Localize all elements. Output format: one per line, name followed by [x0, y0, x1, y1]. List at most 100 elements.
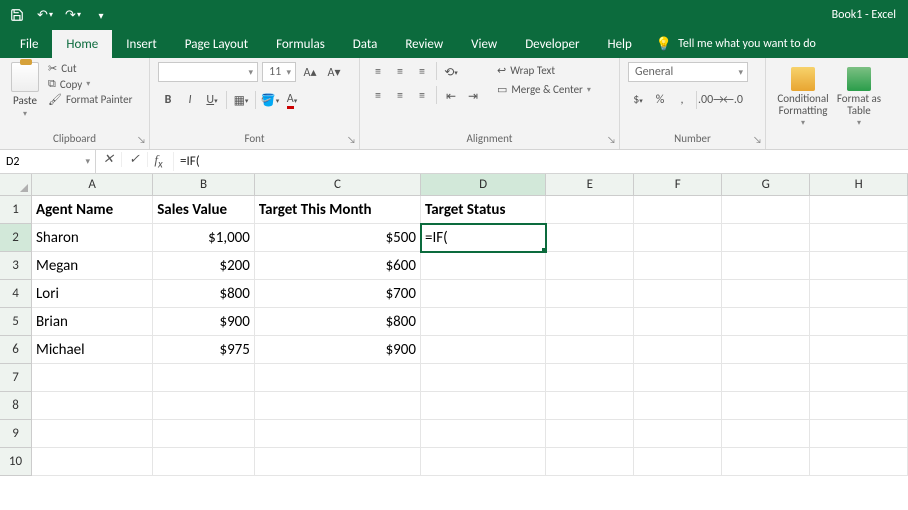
cell-A8[interactable]: [32, 392, 153, 420]
tab-page-layout[interactable]: Page Layout: [171, 30, 262, 58]
cell-B7[interactable]: [153, 364, 255, 392]
cell-H7[interactable]: [810, 364, 908, 392]
worksheet-grid[interactable]: 12345678910 ABCDEFGH Agent NameSales Val…: [0, 174, 908, 510]
align-left-icon[interactable]: ≡: [368, 86, 388, 106]
tab-view[interactable]: View: [457, 30, 511, 58]
cell-C10[interactable]: [255, 448, 421, 476]
tab-formulas[interactable]: Formulas: [262, 30, 339, 58]
cell-C9[interactable]: [255, 420, 421, 448]
col-header-F[interactable]: F: [634, 174, 722, 196]
cancel-formula-button[interactable]: ✕: [96, 152, 122, 167]
cell-G10[interactable]: [722, 448, 810, 476]
cell-E3[interactable]: [546, 252, 634, 280]
align-top-icon[interactable]: ≡: [368, 62, 388, 82]
dialog-launcher-icon[interactable]: ↘: [137, 133, 146, 146]
cell-F6[interactable]: [634, 336, 722, 364]
cell-H3[interactable]: [810, 252, 908, 280]
qat-customize[interactable]: ▾: [90, 4, 112, 26]
cell-H10[interactable]: [810, 448, 908, 476]
name-box[interactable]: D2: [0, 150, 96, 173]
borders-button[interactable]: ▦▾: [231, 90, 251, 110]
tab-insert[interactable]: Insert: [112, 30, 171, 58]
cell-B6[interactable]: $975: [153, 336, 255, 364]
enter-formula-button[interactable]: ✓: [122, 152, 148, 167]
tab-developer[interactable]: Developer: [511, 30, 593, 58]
tab-data[interactable]: Data: [339, 30, 392, 58]
cell-B5[interactable]: $900: [153, 308, 255, 336]
format-painter-button[interactable]: 🖌Format Painter: [48, 93, 132, 106]
align-right-icon[interactable]: ≡: [412, 86, 432, 106]
col-header-E[interactable]: E: [546, 174, 634, 196]
cell-E6[interactable]: [546, 336, 634, 364]
cell-C1[interactable]: Target This Month: [255, 196, 421, 224]
cell-G5[interactable]: [722, 308, 810, 336]
cell-D9[interactable]: [421, 420, 546, 448]
cell-C5[interactable]: $800: [255, 308, 421, 336]
tell-me-search[interactable]: 💡 Tell me what you want to do: [656, 30, 816, 58]
cell-H2[interactable]: [810, 224, 908, 252]
cell-C2[interactable]: $500: [255, 224, 421, 252]
row-header-5[interactable]: 5: [0, 308, 32, 336]
increase-font-icon[interactable]: A▴: [300, 62, 320, 82]
cell-A6[interactable]: Michael: [32, 336, 153, 364]
paste-button[interactable]: Paste ▾: [8, 62, 42, 119]
increase-decimal-icon[interactable]: .00→: [701, 90, 721, 110]
cell-E1[interactable]: [546, 196, 634, 224]
cell-A1[interactable]: Agent Name: [32, 196, 153, 224]
cell-C6[interactable]: $900: [255, 336, 421, 364]
align-center-icon[interactable]: ≡: [390, 86, 410, 106]
row-header-7[interactable]: 7: [0, 364, 32, 392]
comma-format-button[interactable]: ,: [672, 90, 692, 110]
cell-G9[interactable]: [722, 420, 810, 448]
cell-C3[interactable]: $600: [255, 252, 421, 280]
number-format-combo[interactable]: General: [628, 62, 748, 82]
bold-button[interactable]: B: [158, 90, 178, 110]
cell-D6[interactable]: [421, 336, 546, 364]
format-as-table-button[interactable]: Format as Table▾: [835, 67, 883, 128]
row-header-2[interactable]: 2: [0, 224, 32, 252]
col-header-B[interactable]: B: [153, 174, 255, 196]
cell-H1[interactable]: [810, 196, 908, 224]
wrap-text-button[interactable]: ↩Wrap Text: [497, 64, 591, 77]
row-header-6[interactable]: 6: [0, 336, 32, 364]
cell-A2[interactable]: Sharon: [32, 224, 153, 252]
save-icon[interactable]: [6, 4, 28, 26]
col-header-D[interactable]: D: [421, 174, 546, 196]
tab-home[interactable]: Home: [52, 30, 112, 58]
decrease-indent-icon[interactable]: ⇤: [441, 86, 461, 106]
cell-F7[interactable]: [634, 364, 722, 392]
cell-D7[interactable]: [421, 364, 546, 392]
merge-center-button[interactable]: ▭Merge & Center▾: [497, 83, 591, 96]
cell-H4[interactable]: [810, 280, 908, 308]
cell-B9[interactable]: [153, 420, 255, 448]
cell-F3[interactable]: [634, 252, 722, 280]
conditional-formatting-button[interactable]: Conditional Formatting▾: [779, 67, 827, 128]
cell-G4[interactable]: [722, 280, 810, 308]
dialog-launcher-icon[interactable]: ↘: [347, 133, 356, 146]
tab-review[interactable]: Review: [391, 30, 457, 58]
cell-D4[interactable]: [421, 280, 546, 308]
font-name-combo[interactable]: [158, 62, 258, 82]
cell-B8[interactable]: [153, 392, 255, 420]
italic-button[interactable]: I: [180, 90, 200, 110]
row-header-8[interactable]: 8: [0, 392, 32, 420]
cell-D1[interactable]: Target Status: [421, 196, 546, 224]
cell-C7[interactable]: [255, 364, 421, 392]
copy-button[interactable]: ⧉Copy▾: [48, 77, 132, 91]
dialog-launcher-icon[interactable]: ↘: [753, 133, 762, 146]
row-header-9[interactable]: 9: [0, 420, 32, 448]
cell-E4[interactable]: [546, 280, 634, 308]
cell-E9[interactable]: [546, 420, 634, 448]
cell-F4[interactable]: [634, 280, 722, 308]
cut-button[interactable]: ✂Cut: [48, 62, 132, 75]
cell-B1[interactable]: Sales Value: [153, 196, 255, 224]
tab-help[interactable]: Help: [593, 30, 645, 58]
cell-D3[interactable]: [421, 252, 546, 280]
col-header-A[interactable]: A: [32, 174, 153, 196]
undo-button[interactable]: ↶▾: [34, 4, 56, 26]
row-header-4[interactable]: 4: [0, 280, 32, 308]
cell-H5[interactable]: [810, 308, 908, 336]
cell-G2[interactable]: [722, 224, 810, 252]
col-header-H[interactable]: H: [810, 174, 908, 196]
cell-D5[interactable]: [421, 308, 546, 336]
